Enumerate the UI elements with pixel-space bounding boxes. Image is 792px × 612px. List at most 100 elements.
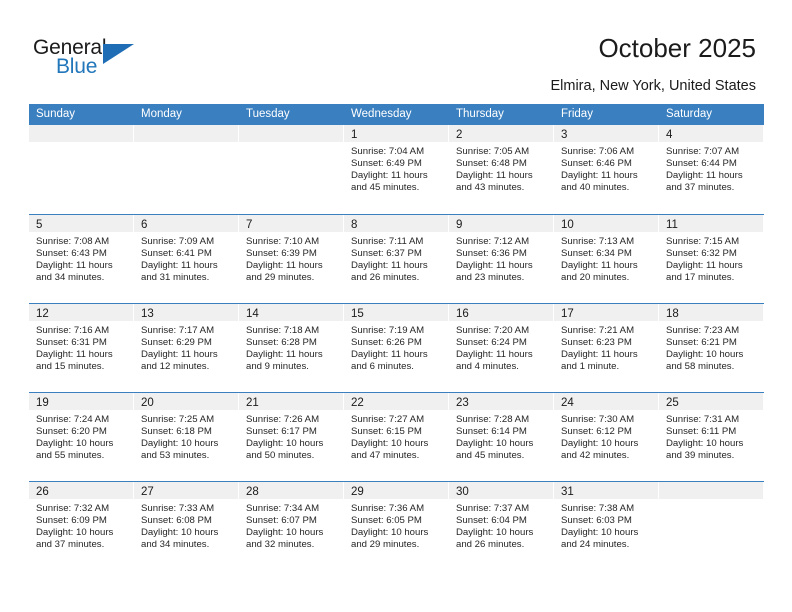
calendar-day-cell[interactable]: 12 Sunrise: 7:16 AM Sunset: 6:31 PM Dayligh… <box>29 304 134 392</box>
day-sunset-text: Sunset: 6:20 PM <box>36 426 107 438</box>
day-sunrise-text: Sunrise: 7:04 AM <box>351 146 425 157</box>
calendar-day-cell[interactable]: 4 Sunrise: 7:07 AM Sunset: 6:44 PM Daylight… <box>659 125 764 214</box>
day-number: 26 <box>36 486 49 498</box>
day-number: 9 <box>456 219 463 231</box>
calendar-day-cell[interactable]: 27 Sunrise: 7:33 AM Sunset: 6:08 PM Dayligh… <box>134 482 239 570</box>
day-sunset-text: Sunset: 6:15 PM <box>351 426 422 438</box>
calendar-day-cell[interactable]: 25 Sunrise: 7:31 AM Sunset: 6:11 PM Dayligh… <box>659 393 764 481</box>
day-number-band: 15 <box>344 304 448 321</box>
day-daylight-line1-text: Daylight: 10 hours <box>141 527 219 539</box>
day-sunrise-text: Sunrise: 7:37 AM <box>456 503 530 514</box>
day-daylight-line2-text: and 55 minutes. <box>36 450 105 462</box>
day-sun-info: Sunrise: 7:28 AM Sunset: 6:14 PM Daylight:… <box>449 410 553 462</box>
day-number-band: 19 <box>29 393 133 410</box>
day-sunrise-text: Sunrise: 7:20 AM <box>456 325 530 336</box>
day-sunrise-text: Sunrise: 7:31 AM <box>666 414 740 425</box>
day-daylight-line1-text: Daylight: 10 hours <box>246 438 324 450</box>
day-daylight-line2-text: and 20 minutes. <box>561 272 630 284</box>
calendar-day-cell[interactable]: 13 Sunrise: 7:17 AM Sunset: 6:29 PM Dayligh… <box>134 304 239 392</box>
day-number: 18 <box>666 308 679 320</box>
weekday-header-saturday: Saturday <box>666 108 713 120</box>
day-sun-info: Sunrise: 7:27 AM Sunset: 6:15 PM Daylight:… <box>344 410 448 462</box>
calendar-day-cell[interactable]: 17 Sunrise: 7:21 AM Sunset: 6:23 PM Dayligh… <box>554 304 659 392</box>
calendar-day-cell[interactable]: 24 Sunrise: 7:30 AM Sunset: 6:12 PM Dayligh… <box>554 393 659 481</box>
day-sun-info: Sunrise: 7:25 AM Sunset: 6:18 PM Daylight:… <box>134 410 238 462</box>
weekday-header-thursday: Thursday <box>456 108 504 120</box>
calendar-day-cell[interactable]: 28 Sunrise: 7:34 AM Sunset: 6:07 PM Dayligh… <box>239 482 344 570</box>
calendar-day-cell[interactable]: 22 Sunrise: 7:27 AM Sunset: 6:15 PM Dayligh… <box>344 393 449 481</box>
day-daylight-line2-text: and 26 minutes. <box>351 272 420 284</box>
day-number-band: 11 <box>659 215 763 232</box>
calendar-day-cell[interactable]: 20 Sunrise: 7:25 AM Sunset: 6:18 PM Dayligh… <box>134 393 239 481</box>
day-sun-info: Sunrise: 7:10 AM Sunset: 6:39 PM Daylight:… <box>239 232 343 284</box>
day-daylight-line2-text: and 29 minutes. <box>351 539 420 551</box>
calendar-day-cell[interactable]: 14 Sunrise: 7:18 AM Sunset: 6:28 PM Dayligh… <box>239 304 344 392</box>
day-number: 11 <box>666 219 678 231</box>
calendar-page: General Blue October 2025 Elmira, New Yo… <box>0 0 792 612</box>
calendar-day-cell[interactable]: 5 Sunrise: 7:08 AM Sunset: 6:43 PM Daylight… <box>29 215 134 303</box>
calendar-day-cell[interactable]: 29 Sunrise: 7:36 AM Sunset: 6:05 PM Dayligh… <box>344 482 449 570</box>
day-daylight-line2-text: and 45 minutes. <box>351 182 420 194</box>
calendar-day-cell[interactable]: 1 Sunrise: 7:04 AM Sunset: 6:49 PM Daylight… <box>344 125 449 214</box>
day-sun-info: Sunrise: 7:26 AM Sunset: 6:17 PM Daylight:… <box>239 410 343 462</box>
day-number-band: 13 <box>134 304 238 321</box>
calendar-day-cell[interactable]: 6 Sunrise: 7:09 AM Sunset: 6:41 PM Daylight… <box>134 215 239 303</box>
calendar-day-cell[interactable]: 26 Sunrise: 7:32 AM Sunset: 6:09 PM Dayligh… <box>29 482 134 570</box>
logo-triangle-icon <box>103 44 134 64</box>
day-sunset-text: Sunset: 6:34 PM <box>561 248 632 260</box>
day-sun-info: Sunrise: 7:30 AM Sunset: 6:12 PM Daylight:… <box>554 410 658 462</box>
day-sunset-text: Sunset: 6:26 PM <box>351 337 422 349</box>
day-sunrise-text: Sunrise: 7:15 AM <box>666 236 740 247</box>
general-blue-logo: General Blue <box>33 36 153 82</box>
calendar-day-cell[interactable]: 7 Sunrise: 7:10 AM Sunset: 6:39 PM Daylight… <box>239 215 344 303</box>
day-number: 23 <box>456 397 469 409</box>
day-daylight-line2-text: and 58 minutes. <box>666 361 735 373</box>
day-daylight-line1-text: Daylight: 11 hours <box>141 349 218 361</box>
calendar-day-cell[interactable]: 2 Sunrise: 7:05 AM Sunset: 6:48 PM Daylight… <box>449 125 554 214</box>
day-number: 6 <box>141 219 148 231</box>
day-sunset-text: Sunset: 6:09 PM <box>36 515 107 527</box>
calendar-day-cell[interactable]: 16 Sunrise: 7:20 AM Sunset: 6:24 PM Dayligh… <box>449 304 554 392</box>
calendar-grid: Sunday Monday Tuesday Wednesday Thursday Frid… <box>29 104 764 570</box>
day-daylight-line1-text: Daylight: 11 hours <box>456 349 533 361</box>
calendar-day-cell[interactable]: 11 Sunrise: 7:15 AM Sunset: 6:32 PM Dayligh… <box>659 215 764 303</box>
calendar-day-cell[interactable]: 18 Sunrise: 7:23 AM Sunset: 6:21 PM Dayligh… <box>659 304 764 392</box>
day-daylight-line2-text: and 31 minutes. <box>141 272 210 284</box>
day-number: 25 <box>666 397 679 409</box>
calendar-day-cell[interactable]: 15 Sunrise: 7:19 AM Sunset: 6:26 PM Dayligh… <box>344 304 449 392</box>
day-sun-info: Sunrise: 7:04 AM Sunset: 6:49 PM Daylight:… <box>344 142 448 194</box>
calendar-day-cell[interactable]: 30 Sunrise: 7:37 AM Sunset: 6:04 PM Dayligh… <box>449 482 554 570</box>
day-daylight-line1-text: Daylight: 11 hours <box>561 170 638 182</box>
calendar-day-cell[interactable]: 19 Sunrise: 7:24 AM Sunset: 6:20 PM Dayligh… <box>29 393 134 481</box>
day-daylight-line2-text: and 23 minutes. <box>456 272 525 284</box>
calendar-day-cell[interactable]: 9 Sunrise: 7:12 AM Sunset: 6:36 PM Daylight… <box>449 215 554 303</box>
day-number-band: 14 <box>239 304 343 321</box>
day-sunrise-text: Sunrise: 7:30 AM <box>561 414 635 425</box>
calendar-day-cell[interactable]: 31 Sunrise: 7:38 AM Sunset: 6:03 PM Dayligh… <box>554 482 659 570</box>
day-sunrise-text: Sunrise: 7:32 AM <box>36 503 110 514</box>
day-number-band: 2 <box>449 125 553 142</box>
calendar-day-cell[interactable]: 10 Sunrise: 7:13 AM Sunset: 6:34 PM Dayligh… <box>554 215 659 303</box>
day-sun-info: Sunrise: 7:19 AM Sunset: 6:26 PM Daylight:… <box>344 321 448 373</box>
day-sun-info: Sunrise: 7:13 AM Sunset: 6:34 PM Daylight:… <box>554 232 658 284</box>
page-title: October 2025 <box>598 33 756 63</box>
calendar-week-row: 1 Sunrise: 7:04 AM Sunset: 6:49 PM Daylight… <box>29 125 764 214</box>
day-sun-info: Sunrise: 7:17 AM Sunset: 6:29 PM Daylight:… <box>134 321 238 373</box>
day-daylight-line2-text: and 12 minutes. <box>141 361 210 373</box>
day-daylight-line2-text: and 24 minutes. <box>561 539 630 551</box>
day-number-band: 9 <box>449 215 553 232</box>
day-daylight-line2-text: and 29 minutes. <box>246 272 315 284</box>
day-number-band: 29 <box>344 482 448 499</box>
day-sun-info: Sunrise: 7:08 AM Sunset: 6:43 PM Daylight:… <box>29 232 133 284</box>
calendar-day-cell-empty <box>29 125 134 214</box>
day-daylight-line1-text: Daylight: 11 hours <box>456 170 533 182</box>
day-daylight-line1-text: Daylight: 10 hours <box>561 438 639 450</box>
day-daylight-line1-text: Daylight: 11 hours <box>351 260 428 272</box>
calendar-day-cell[interactable]: 21 Sunrise: 7:26 AM Sunset: 6:17 PM Dayligh… <box>239 393 344 481</box>
day-daylight-line1-text: Daylight: 11 hours <box>351 349 428 361</box>
calendar-day-cell[interactable]: 3 Sunrise: 7:06 AM Sunset: 6:46 PM Daylight… <box>554 125 659 214</box>
calendar-day-cell[interactable]: 23 Sunrise: 7:28 AM Sunset: 6:14 PM Dayligh… <box>449 393 554 481</box>
day-number: 10 <box>561 219 574 231</box>
day-sunset-text: Sunset: 6:36 PM <box>456 248 527 260</box>
calendar-day-cell[interactable]: 8 Sunrise: 7:11 AM Sunset: 6:37 PM Daylight… <box>344 215 449 303</box>
